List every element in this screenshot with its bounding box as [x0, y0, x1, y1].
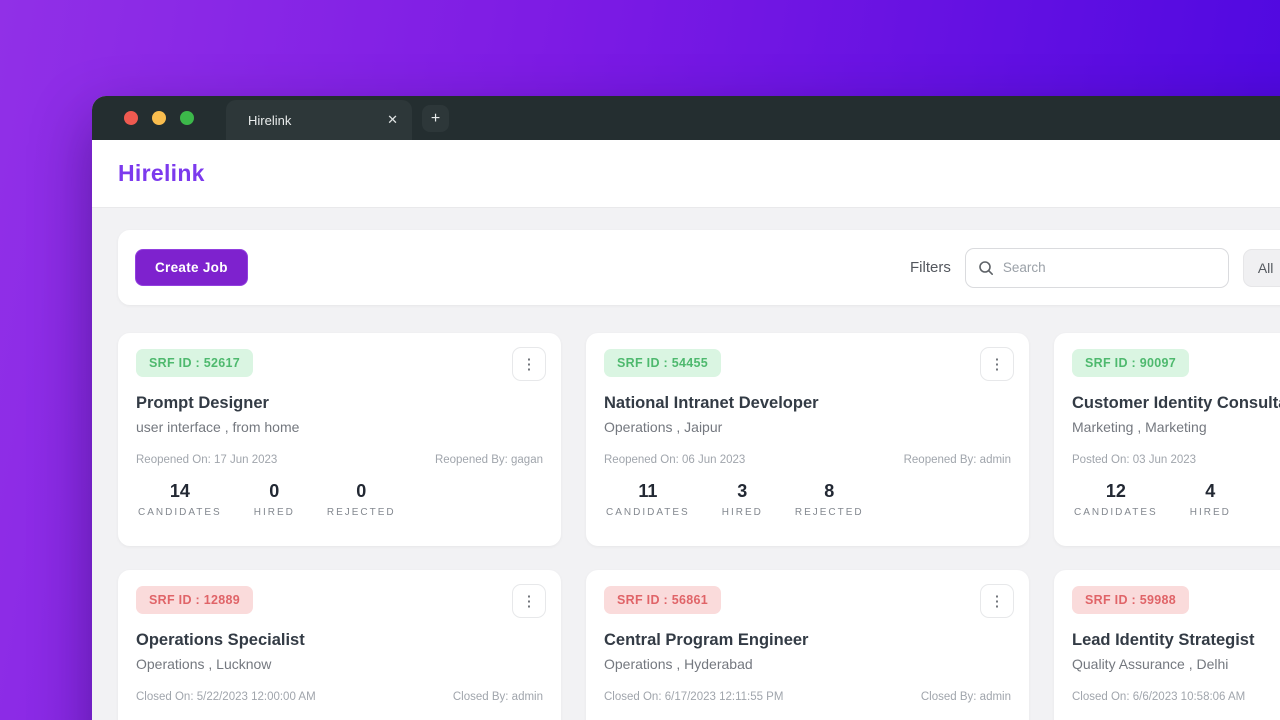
- card-stats-row: 14 CANDIDATES 0 HIRED 0 REJECTED: [136, 481, 543, 518]
- browser-window: Hirelink ✕ + Hirelink Create Job Filters: [92, 96, 1280, 720]
- stat-value: 11: [606, 481, 690, 502]
- card-meta-left: Reopened On: 06 Jun 2023: [604, 454, 745, 466]
- job-card[interactable]: SRF ID : 12889 ⋮ Operations Specialist Oper…: [118, 570, 561, 720]
- stat-value: 12: [1074, 481, 1158, 502]
- stat-value: 0: [254, 481, 295, 502]
- toolbar: Create Job Filters All: [118, 230, 1280, 305]
- stat-hired: 3 HIRED: [722, 481, 763, 518]
- stat-label: CANDIDATES: [1074, 507, 1158, 518]
- main-content: Create Job Filters All SRF ID : 52617 ⋮ Pr…: [92, 208, 1280, 720]
- toolbar-right-cluster: Filters All: [910, 248, 1280, 288]
- job-department-location: Marketing , Marketing: [1072, 419, 1280, 435]
- srf-id-badge: SRF ID : 90097: [1072, 349, 1189, 377]
- browser-tab[interactable]: Hirelink ✕: [226, 100, 412, 140]
- job-department-location: Operations , Hyderabad: [604, 656, 1011, 672]
- app-logo: Hirelink: [118, 160, 205, 187]
- search-input[interactable]: [1003, 260, 1216, 275]
- browser-chrome: Hirelink ✕ +: [92, 96, 1280, 140]
- stat-hired: 4 HIRED: [1190, 481, 1231, 518]
- card-meta-right: Closed By: admin: [921, 691, 1011, 703]
- srf-id-badge: SRF ID : 52617: [136, 349, 253, 377]
- stat-candidates: 14 CANDIDATES: [138, 481, 222, 518]
- card-meta-right: Closed By: admin: [453, 691, 543, 703]
- card-stats-row: 12 CANDIDATES 4 HIRED: [1072, 481, 1280, 518]
- job-department-location: Operations , Lucknow: [136, 656, 543, 672]
- stat-rejected: 8 REJECTED: [795, 481, 864, 518]
- card-menu-button[interactable]: ⋮: [980, 347, 1014, 381]
- card-stats-row: 11 CANDIDATES 3 HIRED 8 REJECTED: [604, 481, 1011, 518]
- card-meta-left: Closed On: 6/6/2023 10:58:06 AM: [1072, 691, 1245, 703]
- stat-value: 0: [327, 481, 396, 502]
- stat-value: 3: [722, 481, 763, 502]
- stat-label: REJECTED: [327, 507, 396, 518]
- srf-id-badge: SRF ID : 54455: [604, 349, 721, 377]
- minimize-window-icon[interactable]: [152, 111, 166, 125]
- stat-label: HIRED: [1190, 507, 1231, 518]
- page-header: Hirelink: [92, 140, 1280, 208]
- card-meta-row: Closed On: 6/6/2023 10:58:06 AM: [1072, 691, 1280, 703]
- job-title: Customer Identity Consultant: [1072, 394, 1280, 413]
- job-title: Central Program Engineer: [604, 631, 1011, 650]
- job-card[interactable]: SRF ID : 52617 ⋮ Prompt Designer user inter…: [118, 333, 561, 546]
- filters-label[interactable]: Filters: [910, 259, 951, 276]
- card-meta-left: Reopened On: 17 Jun 2023: [136, 454, 277, 466]
- card-meta-row: Closed On: 5/22/2023 12:00:00 AM Closed B…: [136, 691, 543, 703]
- traffic-lights: [92, 111, 194, 140]
- job-department-location: Quality Assurance , Delhi: [1072, 656, 1280, 672]
- filter-all-dropdown[interactable]: All: [1243, 249, 1280, 287]
- job-department-location: Operations , Jaipur: [604, 419, 1011, 435]
- card-meta-right: Reopened By: gagan: [435, 454, 543, 466]
- job-title: Operations Specialist: [136, 631, 543, 650]
- job-title: National Intranet Developer: [604, 394, 1011, 413]
- card-menu-button[interactable]: ⋮: [512, 347, 546, 381]
- card-meta-row: Closed On: 6/17/2023 12:11:55 PM Closed B…: [604, 691, 1011, 703]
- plus-icon: +: [431, 110, 440, 128]
- card-meta-row: Reopened On: 17 Jun 2023 Reopened By: gag…: [136, 454, 543, 466]
- card-meta-left: Posted On: 03 Jun 2023: [1072, 454, 1196, 466]
- card-menu-button[interactable]: ⋮: [512, 584, 546, 618]
- tab-close-icon[interactable]: ✕: [387, 112, 398, 128]
- job-cards-grid: SRF ID : 52617 ⋮ Prompt Designer user inter…: [118, 333, 1280, 720]
- stat-hired: 0 HIRED: [254, 481, 295, 518]
- maximize-window-icon[interactable]: [180, 111, 194, 125]
- new-tab-button[interactable]: +: [422, 105, 449, 132]
- stat-label: CANDIDATES: [606, 507, 690, 518]
- stat-label: CANDIDATES: [138, 507, 222, 518]
- card-menu-button[interactable]: ⋮: [980, 584, 1014, 618]
- stat-value: 8: [795, 481, 864, 502]
- close-window-icon[interactable]: [124, 111, 138, 125]
- search-box[interactable]: [965, 248, 1229, 288]
- stat-candidates: 12 CANDIDATES: [1074, 481, 1158, 518]
- card-meta-left: Closed On: 6/17/2023 12:11:55 PM: [604, 691, 783, 703]
- stat-label: REJECTED: [795, 507, 864, 518]
- job-title: Prompt Designer: [136, 394, 543, 413]
- job-card[interactable]: SRF ID : 59988⋮Lead Identity StrategistQ…: [1054, 570, 1280, 720]
- search-icon: [978, 260, 994, 276]
- job-card[interactable]: SRF ID : 90097⋮Customer Identity Consult…: [1054, 333, 1280, 546]
- stat-value: 14: [138, 481, 222, 502]
- stat-value: 4: [1190, 481, 1231, 502]
- job-title: Lead Identity Strategist: [1072, 631, 1280, 650]
- srf-id-badge: SRF ID : 12889: [136, 586, 253, 614]
- job-card[interactable]: SRF ID : 54455 ⋮ National Intranet Develop…: [586, 333, 1029, 546]
- card-meta-row: Reopened On: 06 Jun 2023 Reopened By: adm…: [604, 454, 1011, 466]
- card-meta-left: Closed On: 5/22/2023 12:00:00 AM: [136, 691, 316, 703]
- tab-title: Hirelink: [248, 113, 387, 128]
- card-meta-right: Reopened By: admin: [904, 454, 1011, 466]
- card-meta-row: Posted On: 03 Jun 2023: [1072, 454, 1280, 466]
- stat-rejected: 0 REJECTED: [327, 481, 396, 518]
- job-card[interactable]: SRF ID : 56861 ⋮ Central Program Engineer O…: [586, 570, 1029, 720]
- stat-label: HIRED: [254, 507, 295, 518]
- stat-label: HIRED: [722, 507, 763, 518]
- srf-id-badge: SRF ID : 56861: [604, 586, 721, 614]
- job-department-location: user interface , from home: [136, 419, 543, 435]
- srf-id-badge: SRF ID : 59988: [1072, 586, 1189, 614]
- stat-candidates: 11 CANDIDATES: [606, 481, 690, 518]
- filter-all-label: All: [1258, 260, 1274, 276]
- create-job-button[interactable]: Create Job: [135, 249, 248, 286]
